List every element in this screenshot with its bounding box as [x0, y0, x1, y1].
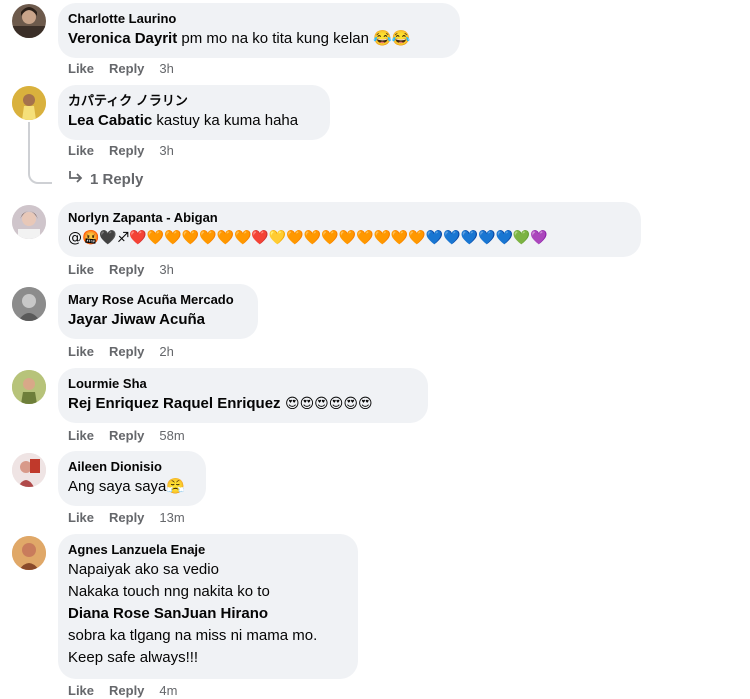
- reply-button[interactable]: Reply: [109, 262, 144, 278]
- thread-line-curve: [28, 172, 52, 184]
- comment-author[interactable]: Agnes Lanzuela Enaje: [68, 542, 346, 558]
- reply-button[interactable]: Reply: [109, 61, 144, 77]
- reply-arrow-icon: [68, 170, 84, 188]
- comment-author[interactable]: Norlyn Zapanta - Abigan: [68, 210, 629, 226]
- like-button[interactable]: Like: [68, 683, 94, 699]
- comment-text: Lea Cabatic kastuy ka kuma haha: [68, 111, 318, 131]
- mention-link[interactable]: Diana Rose SanJuan Hirano: [68, 604, 346, 624]
- comment-bubble: Agnes Lanzuela Enaje Napaiyak ako sa ved…: [58, 534, 358, 679]
- avatar[interactable]: [12, 287, 46, 321]
- mention-link[interactable]: Veronica Dayrit: [68, 30, 177, 47]
- comment-line: sobra ka tlgang na miss ni mama mo.: [68, 627, 318, 644]
- comment-actions: Like Reply 2h: [68, 344, 174, 360]
- comment-body: pm mo na ko tita kung kelan 😂😂: [177, 30, 411, 47]
- timestamp[interactable]: 4m: [159, 683, 177, 699]
- comment-actions: Like Reply 3h: [68, 61, 174, 77]
- reply-button[interactable]: Reply: [109, 683, 144, 699]
- comment-author[interactable]: カパティク ノラリン: [68, 93, 318, 109]
- comment-bubble: Charlotte Laurino Veronica Dayrit pm mo …: [58, 3, 460, 58]
- comment-author[interactable]: Aileen Dionisio: [68, 459, 194, 475]
- comment-actions: Like Reply 3h: [68, 262, 174, 278]
- comment-bubble: Aileen Dionisio Ang saya saya😤: [58, 451, 206, 506]
- comment-body: 😍😍😍😍😍😍: [280, 396, 373, 412]
- comment-actions: Like Reply 4m: [68, 683, 177, 699]
- avatar[interactable]: [12, 205, 46, 239]
- like-button[interactable]: Like: [68, 428, 94, 444]
- reply-button[interactable]: Reply: [109, 143, 144, 159]
- comment-bubble: Lourmie Sha Rej Enriquez Raquel Enriquez…: [58, 368, 428, 423]
- timestamp[interactable]: 3h: [159, 262, 173, 278]
- comment-actions: Like Reply 58m: [68, 428, 185, 444]
- mention-link[interactable]: Jayar Jiwaw Acuña: [68, 311, 205, 328]
- comment-author[interactable]: Charlotte Laurino: [68, 11, 448, 27]
- comment-bubble: Mary Rose Acuña Mercado Jayar Jiwaw Acuñ…: [58, 284, 258, 339]
- like-button[interactable]: Like: [68, 61, 94, 77]
- avatar[interactable]: [12, 86, 46, 120]
- avatar[interactable]: [12, 4, 46, 38]
- avatar[interactable]: [12, 370, 46, 404]
- like-button[interactable]: Like: [68, 143, 94, 159]
- like-button[interactable]: Like: [68, 510, 94, 526]
- comment-text: Jayar Jiwaw Acuña: [68, 310, 246, 330]
- mention-link[interactable]: Lea Cabatic: [68, 112, 152, 129]
- thread-line: [28, 122, 30, 172]
- comment-text: Veronica Dayrit pm mo na ko tita kung ke…: [68, 29, 448, 49]
- comment-bubble: Norlyn Zapanta - Abigan @🤬🖤♐❤️🧡🧡🧡🧡🧡🧡❤️💛🧡…: [58, 202, 641, 257]
- like-button[interactable]: Like: [68, 344, 94, 360]
- view-replies-link[interactable]: 1 Reply: [68, 170, 143, 188]
- comment-body: kastuy ka kuma haha: [152, 112, 299, 129]
- comment-text: Ang saya saya😤: [68, 478, 186, 495]
- comment-line: Napaiyak ako sa vedio: [68, 561, 219, 578]
- reply-button[interactable]: Reply: [109, 344, 144, 360]
- reply-button[interactable]: Reply: [109, 428, 144, 444]
- comment-text: @🤬🖤♐❤️🧡🧡🧡🧡🧡🧡❤️💛🧡🧡🧡🧡🧡🧡🧡🧡💙💙💙💙💙💚💜: [68, 230, 548, 246]
- timestamp[interactable]: 3h: [159, 143, 173, 159]
- reply-button[interactable]: Reply: [109, 510, 144, 526]
- comment-line: Nakaka touch nng nakita ko to: [68, 583, 270, 600]
- mention-link[interactable]: Rej Enriquez Raquel Enriquez: [68, 395, 281, 412]
- view-replies-label[interactable]: 1 Reply: [90, 171, 143, 188]
- comment-author[interactable]: Mary Rose Acuña Mercado: [68, 292, 246, 308]
- comment-author[interactable]: Lourmie Sha: [68, 376, 416, 392]
- comment-text: Rej Enriquez Raquel Enriquez 😍😍😍😍😍😍: [68, 394, 416, 414]
- timestamp[interactable]: 58m: [159, 428, 184, 444]
- avatar[interactable]: [12, 536, 46, 570]
- timestamp[interactable]: 13m: [159, 510, 184, 526]
- comment-actions: Like Reply 3h: [68, 143, 174, 159]
- timestamp[interactable]: 2h: [159, 344, 173, 360]
- timestamp[interactable]: 3h: [159, 61, 173, 77]
- comment-line: Keep safe always!!!: [68, 649, 199, 666]
- avatar[interactable]: [12, 453, 46, 487]
- comment-actions: Like Reply 13m: [68, 510, 185, 526]
- comment-bubble: カパティク ノラリン Lea Cabatic kastuy ka kuma ha…: [58, 85, 330, 140]
- like-button[interactable]: Like: [68, 262, 94, 278]
